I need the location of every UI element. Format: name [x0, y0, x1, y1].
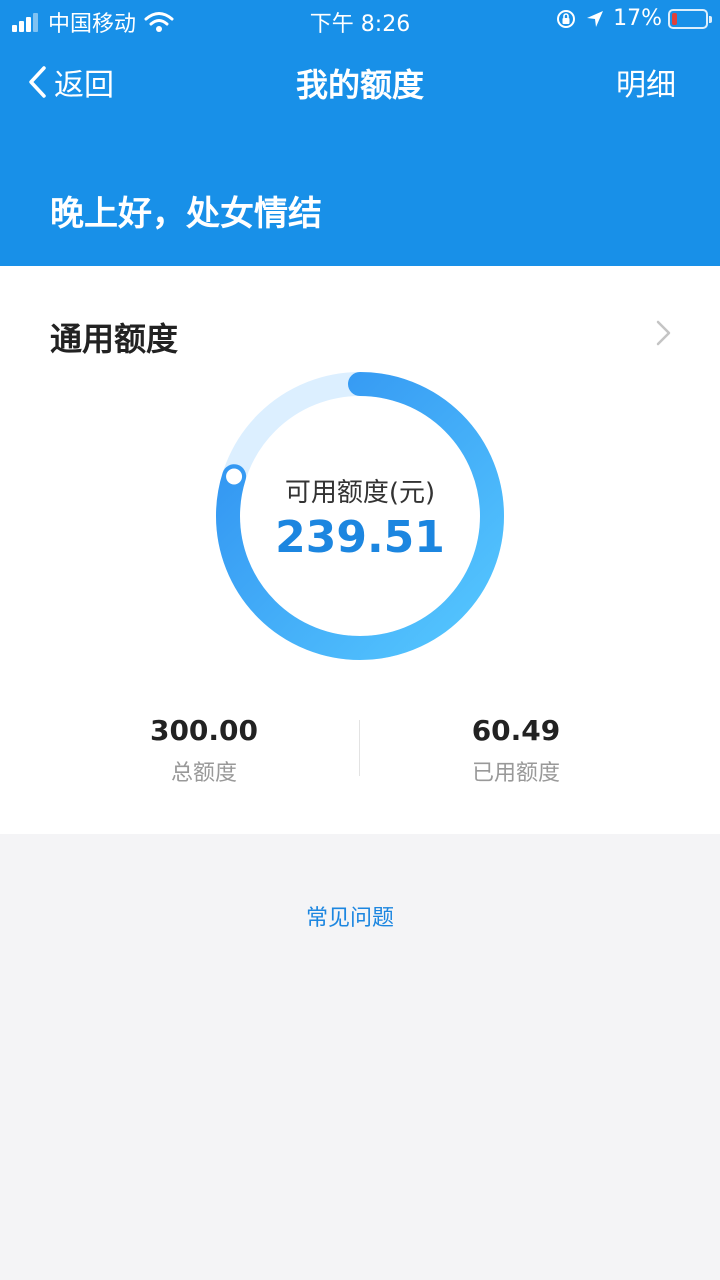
- total-quota: 300.00 总额度: [94, 714, 314, 787]
- available-value: 239.51: [275, 512, 445, 563]
- used-quota-label: 已用额度: [471, 761, 560, 786]
- battery-icon: [668, 8, 712, 29]
- orientation-lock-icon: [557, 9, 576, 28]
- card-title: 通用额度: [50, 320, 179, 358]
- nav-bar: 返回 我的额度 明细: [0, 48, 720, 114]
- header: 中国移动 下午 8:26 17% 返回 我的额度 明细 晚上好，处女情结: [0, 0, 720, 266]
- greeting-text: 晚上好，处女情结: [50, 194, 322, 234]
- detail-button[interactable]: 明细: [616, 60, 676, 104]
- status-right: 17%: [555, 6, 712, 31]
- status-bar: 中国移动 下午 8:26 17%: [0, 0, 720, 38]
- quota-card: 通用额度 可用额度(元) 239.51 300.00 总额度 60.49 已用额…: [0, 266, 720, 834]
- battery-percent: 17%: [613, 6, 662, 31]
- used-quota-value: 60.49: [471, 714, 561, 747]
- page-title: 我的额度: [295, 66, 424, 104]
- chevron-right-icon[interactable]: [650, 318, 676, 348]
- used-quota: 60.49 已用额度: [406, 714, 626, 787]
- faq-link[interactable]: 常见问题: [0, 900, 700, 932]
- available-label: 可用额度(元): [284, 478, 436, 508]
- total-quota-label: 总额度: [170, 761, 237, 786]
- stats-divider: [359, 720, 360, 776]
- battery-level: [672, 12, 677, 25]
- total-quota-value: 300.00: [149, 714, 259, 747]
- location-arrow-icon: [587, 10, 604, 27]
